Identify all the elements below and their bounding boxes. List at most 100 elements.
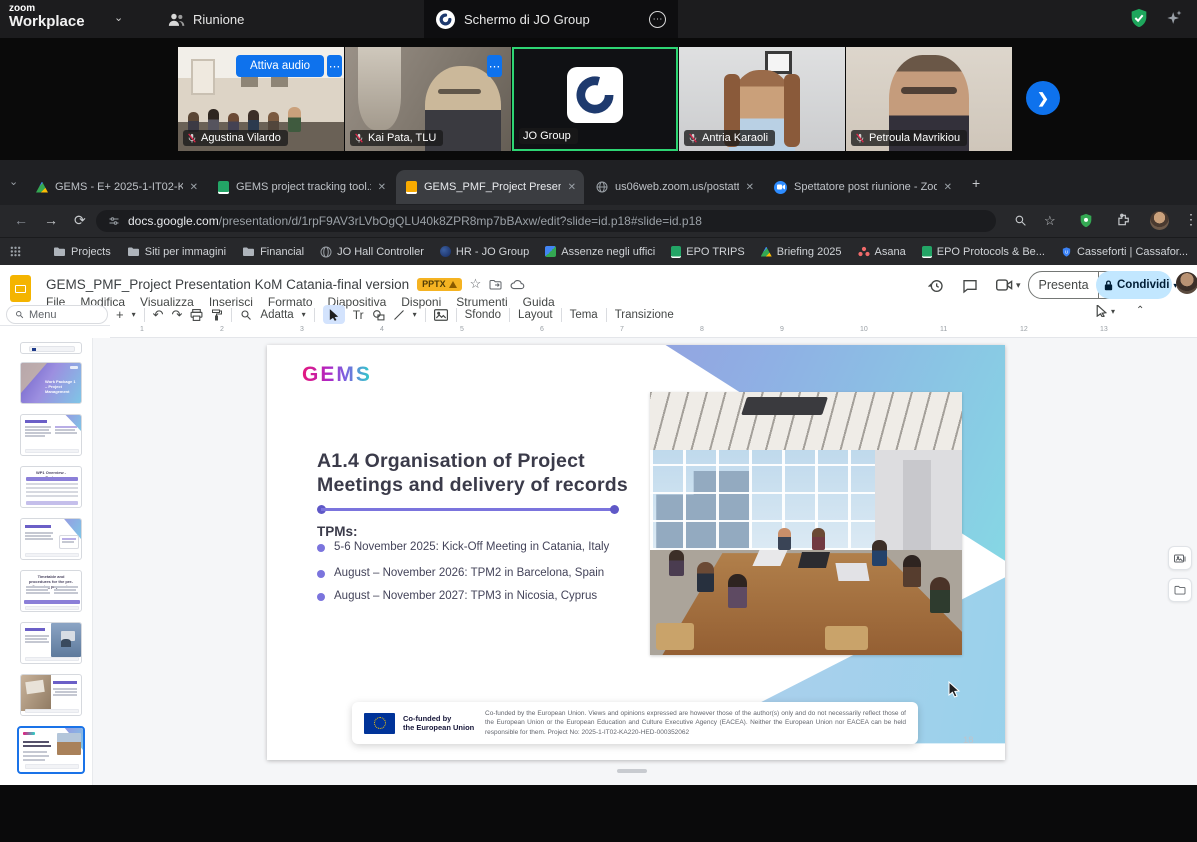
tab-meeting[interactable]: Riunione (168, 0, 244, 38)
line-tool-icon[interactable] (393, 309, 405, 321)
meet-camera-button[interactable]: ▾ (996, 278, 1021, 292)
bookmark-item[interactable]: Financial (242, 246, 304, 258)
profile-avatar[interactable] (1150, 211, 1169, 230)
ruler-number: 10 (860, 326, 868, 333)
star-doc-icon[interactable]: ☆ (470, 276, 482, 292)
tile-more-button[interactable]: ⋯ (327, 55, 342, 77)
close-tab-icon[interactable]: ✕ (568, 182, 576, 193)
account-avatar[interactable] (1176, 272, 1197, 294)
chevron-down-icon[interactable]: ⌄ (114, 11, 123, 24)
collapse-toolbar-icon[interactable]: ⌃ (1136, 305, 1144, 316)
bookmark-item[interactable]: Siti per immagini (127, 246, 226, 258)
bookmark-item[interactable]: UCasseforti | Cassafor... (1061, 246, 1188, 258)
slide-thumbnail[interactable]: Work Package 1 – Project Management (20, 362, 82, 404)
security-shield-icon[interactable] (1128, 7, 1150, 29)
caret-down-icon[interactable]: ▾ (132, 310, 136, 319)
find-icon[interactable] (1014, 214, 1027, 227)
browser-address-bar: ← → ⟳ docs.google.com/presentation/d/1rp… (0, 205, 1197, 237)
participant-video[interactable]: Attiva audio ⋯ Agustina Vilardo (178, 47, 344, 151)
fit-zoom-label[interactable]: Adatta (260, 309, 293, 321)
bookmark-item[interactable]: JO Hall Controller (320, 246, 424, 258)
side-panel-folder-button[interactable] (1168, 578, 1192, 602)
tab-options-icon[interactable]: ⋯ (649, 11, 666, 28)
doc-title[interactable]: GEMS_PMF_Project Presentation KoM Catani… (46, 277, 409, 292)
theme-button[interactable]: Tema (570, 309, 598, 321)
background-button[interactable]: Sfondo (465, 309, 501, 321)
toolbar-menu-search[interactable]: Menu (6, 305, 108, 324)
slide-thumbnail[interactable] (20, 518, 82, 560)
shapes-tool-icon[interactable] (372, 309, 385, 321)
participant-video[interactable]: Antria Karaoli (679, 47, 845, 151)
slide-thumbnail[interactable] (20, 674, 82, 716)
browser-tab[interactable]: GEMS project tracking tool.xlsx ✕ (208, 170, 394, 204)
tab-search-icon[interactable]: ⌄ (9, 175, 18, 188)
insert-image-icon[interactable] (434, 309, 448, 321)
close-tab-icon[interactable]: ✕ (944, 182, 952, 193)
transition-button[interactable]: Transizione (615, 309, 674, 321)
move-folder-icon[interactable] (489, 279, 502, 290)
bookmark-item[interactable]: Asana (858, 246, 906, 258)
reload-icon[interactable]: ⟳ (74, 212, 86, 229)
slide-thumbnail[interactable]: WP1 Overview - Tasks (20, 466, 82, 508)
side-panel-slideshow-button[interactable] (1168, 546, 1192, 570)
close-tab-icon[interactable]: ✕ (746, 182, 754, 193)
forward-icon[interactable]: → (44, 212, 58, 228)
redo-icon[interactable]: ↷ (172, 307, 183, 323)
text-box-tool[interactable]: Tr (353, 308, 364, 322)
slides-file-icon[interactable] (10, 275, 31, 302)
browser-tab[interactable]: us06web.zoom.us/postattendee ✕ (586, 170, 762, 204)
close-tab-icon[interactable]: ✕ (378, 182, 386, 193)
share-button[interactable]: Condividi ▾ (1096, 271, 1172, 299)
extensions-icon[interactable] (1116, 213, 1130, 227)
apps-grid-icon[interactable] (10, 246, 21, 257)
bookmark-star-icon[interactable]: ☆ (1044, 213, 1056, 229)
adblock-shield-icon[interactable] (1078, 212, 1094, 229)
bookmark-item[interactable]: Assenze negli uffici (545, 246, 655, 258)
version-history-icon[interactable] (928, 278, 944, 294)
search-icon (15, 310, 24, 319)
insert-plus-icon[interactable]: + (116, 307, 124, 322)
bookmark-item[interactable]: Briefing 2025 (761, 246, 842, 258)
caret-down-icon[interactable]: ▾ (413, 310, 417, 319)
browser-tab[interactable]: Spettatore post riunione - Zoo ✕ (764, 170, 960, 204)
new-tab-icon[interactable]: + (972, 175, 980, 191)
current-slide[interactable]: GEMS A1.4 Organisation of Project Meetin… (267, 345, 1005, 760)
canvas-resize-handle[interactable] (617, 769, 647, 773)
participant-video[interactable]: Petroula Mavrikiou (846, 47, 1012, 151)
unmute-request-label: Attiva audio (250, 60, 310, 72)
browser-tab-active[interactable]: GEMS_PMF_Project Presentatio ✕ (396, 170, 584, 204)
next-videos-button[interactable]: ❯ (1026, 81, 1060, 115)
slide-thumbnail-selected[interactable] (17, 726, 85, 774)
browser-menu-icon[interactable]: ⋮ (1184, 211, 1197, 228)
caret-down-icon[interactable]: ▾ (302, 310, 306, 319)
browser-tab[interactable]: GEMS - E+ 2025-1-IT02-KA220 ✕ (26, 170, 206, 204)
unmute-request-button[interactable]: Attiva audio (236, 55, 324, 77)
tab-shared-screen[interactable]: Schermo di JO Group ⋯ (424, 0, 678, 38)
undo-icon[interactable]: ↶ (153, 307, 164, 323)
print-icon[interactable] (190, 309, 203, 321)
close-tab-icon[interactable]: ✕ (190, 182, 198, 193)
bookmark-item[interactable]: HR - JO Group (440, 246, 529, 258)
bookmark-item[interactable]: EPO Protocols & Be... (922, 246, 1045, 258)
url-field[interactable]: docs.google.com/presentation/d/1rpF9AV3r… (96, 210, 996, 232)
ai-sparkle-icon[interactable] (1164, 8, 1184, 28)
slide-thumbnail[interactable] (20, 622, 82, 664)
slide-thumbnail[interactable]: Timetable and procedures for the pre-fin… (20, 570, 82, 612)
divider (425, 308, 426, 322)
zoom-tool-icon[interactable] (240, 309, 252, 321)
bookmark-item[interactable]: EPO TRIPS (671, 246, 744, 258)
slide-thumbnail[interactable] (20, 414, 82, 456)
cloud-status-icon[interactable] (510, 279, 525, 290)
participant-video-active[interactable]: JO Group (512, 47, 678, 151)
site-info-icon[interactable] (108, 215, 120, 227)
bookmark-item[interactable]: Projects (53, 246, 111, 258)
select-tool-active[interactable] (323, 305, 345, 324)
participant-video[interactable]: ⋯ Kai Pata, TLU (345, 47, 511, 151)
tile-more-button[interactable]: ⋯ (487, 55, 502, 77)
comments-icon[interactable] (962, 278, 978, 294)
slide-thumbnail[interactable] (20, 342, 82, 354)
layout-button[interactable]: Layout (518, 309, 553, 321)
back-icon[interactable]: ← (14, 212, 28, 228)
paint-format-icon[interactable] (211, 309, 223, 321)
pointer-options-button[interactable]: ▾ (1096, 305, 1115, 317)
